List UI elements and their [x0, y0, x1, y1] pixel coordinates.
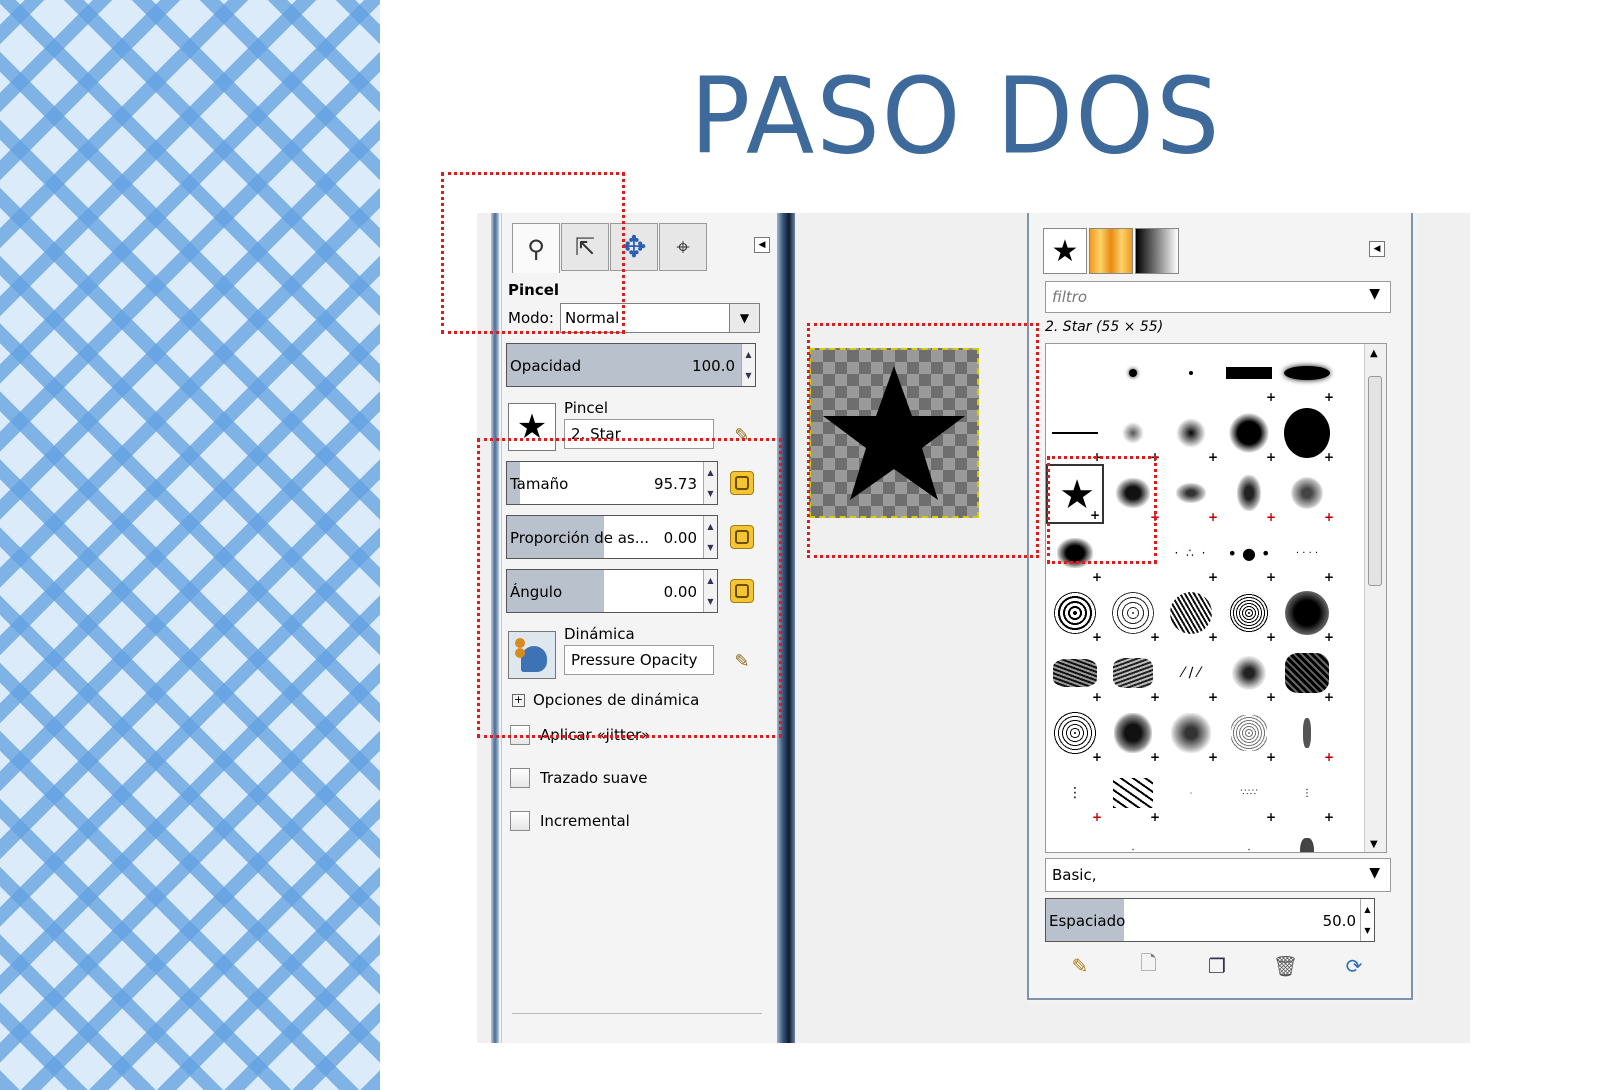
brush-cell[interactable]: ⋮ — [1104, 824, 1162, 853]
gradients-tab[interactable] — [1135, 228, 1179, 274]
brush-cell[interactable]: + — [1278, 344, 1336, 404]
scroll-thumb[interactable] — [1368, 376, 1382, 586]
brush-cell[interactable]: + — [1220, 344, 1278, 404]
brush-cell[interactable]: + — [1104, 644, 1162, 704]
chevron-down-icon[interactable]: ▼ — [1369, 286, 1380, 302]
brush-cell[interactable]: · ∴ · + — [1162, 524, 1220, 584]
brush-cell[interactable]: + — [1046, 644, 1104, 704]
brush-cell[interactable]: + — [1046, 704, 1104, 764]
scroll-down-icon[interactable]: ▼ — [1370, 839, 1378, 850]
new-brush-icon[interactable]: 🗋 — [1136, 951, 1162, 979]
opacity-slider[interactable]: Opacidad 100.0 ▲ ▼ — [506, 343, 756, 387]
brush-cell[interactable]: + — [1046, 404, 1104, 464]
selected-brush-name: 2. Star (55 × 55) — [1045, 319, 1164, 335]
brushes-icon: ★ — [1051, 233, 1079, 269]
brush-cell[interactable]: · — [1162, 764, 1220, 824]
brush-cell[interactable]: + — [1220, 404, 1278, 464]
brush-cell[interactable]: + — [1104, 584, 1162, 644]
brush-cell[interactable]: ‥‥‥ — [1046, 824, 1104, 853]
patterns-tab[interactable] — [1089, 228, 1133, 274]
chevron-down-icon[interactable]: ▼ — [729, 304, 759, 332]
tag-filter-input[interactable]: filtro ▼ — [1045, 281, 1391, 313]
brush-cell[interactable]: ⋮ + — [1046, 764, 1104, 824]
brush-cell[interactable] — [1046, 344, 1104, 404]
opacity-spin-arrows[interactable]: ▲ ▼ — [741, 344, 755, 386]
highlight-brush-settings — [477, 438, 782, 738]
brushes-dock-menu-arrow-icon[interactable]: ◀ — [1369, 241, 1385, 257]
brush-grid: + + + + + + + ★ + + + + + + · ∴ · + • ● • +… — [1045, 343, 1387, 853]
brush-cell[interactable] — [1278, 824, 1336, 852]
brush-cell[interactable] — [1104, 344, 1162, 404]
brush-cell[interactable]: + — [1162, 464, 1220, 524]
brush-cell[interactable]: + — [1278, 584, 1336, 644]
brush-cell[interactable]: + — [1104, 404, 1162, 464]
incremental-option[interactable]: Incremental — [510, 811, 630, 831]
brush-cell[interactable]: + — [1220, 644, 1278, 704]
brush-cell[interactable]: + — [1104, 764, 1162, 824]
highlight-star-brush — [1047, 456, 1157, 564]
delete-brush-icon[interactable]: 🗑 — [1273, 953, 1299, 979]
tag-filter-placeholder: filtro — [1052, 288, 1088, 306]
brush-cell[interactable]: + — [1220, 704, 1278, 764]
brush-cell[interactable]: + — [1220, 464, 1278, 524]
brush-tag-value: Basic, — [1052, 866, 1097, 884]
spacing-slider[interactable]: Espaciado 50.0 ▲ ▼ — [1045, 898, 1375, 942]
edit-brush-icon[interactable]: ✎ — [1067, 953, 1093, 979]
brush-cell[interactable]: + — [1278, 404, 1336, 464]
incremental-label: Incremental — [540, 812, 630, 830]
brush-cell[interactable]: + — [1162, 704, 1220, 764]
brush-cell[interactable]: ⋮ + — [1278, 764, 1336, 825]
opacity-value: 100.0 — [692, 357, 735, 375]
refresh-brushes-icon[interactable]: ⟳ — [1341, 953, 1367, 979]
opacity-label: Opacidad — [510, 357, 582, 375]
brush-cell[interactable]: ⋮ — [1220, 824, 1278, 853]
highlight-tool-options-tab — [441, 172, 625, 334]
brush-cell[interactable]: · · · · + — [1278, 524, 1336, 585]
scroll-up-icon[interactable]: ▲ — [1370, 348, 1378, 359]
brush-cell[interactable]: + — [1046, 584, 1104, 644]
brush-cell[interactable]: + — [1220, 584, 1278, 644]
highlight-brush-preview — [807, 323, 1039, 558]
brushes-dock-tabs: ★ — [1043, 228, 1181, 274]
smooth-stroke-checkbox[interactable] — [510, 768, 530, 788]
move-icon: ✥ — [621, 229, 647, 265]
navigate-icon: ⌖ — [676, 233, 690, 261]
brush-cell[interactable]: + — [1162, 404, 1220, 464]
brush-cell[interactable]: + — [1104, 704, 1162, 764]
navigate-tab[interactable]: ⌖ — [659, 223, 707, 271]
gingham-background — [0, 0, 380, 1090]
smooth-stroke-option[interactable]: Trazado suave — [510, 768, 647, 788]
brush-cell[interactable] — [1162, 344, 1220, 404]
brush-cell[interactable]: + — [1278, 644, 1336, 704]
brushes-tab[interactable]: ★ — [1043, 228, 1087, 274]
brush-actions: ✎ 🗋 ❐ 🗑 ⟳ — [1067, 951, 1367, 979]
brush-cell[interactable]: ········· — [1162, 824, 1220, 853]
chevron-down-icon[interactable]: ▼ — [1369, 865, 1380, 881]
spacing-label: Espaciado — [1049, 912, 1126, 930]
brushes-dock: ★ ◀ filtro ▼ 2. Star (55 × 55) + + + + +… — [1027, 213, 1417, 1003]
brush-grid-scrollbar[interactable]: ▲ ▼ — [1364, 344, 1386, 852]
spacing-spin-arrows[interactable]: ▲ ▼ — [1360, 899, 1374, 941]
brush-cell[interactable]: ⁄ ∕ ⁄ + — [1162, 644, 1220, 704]
duplicate-brush-icon[interactable]: ❐ — [1204, 953, 1230, 979]
spacing-value: 50.0 — [1322, 912, 1356, 930]
brush-cell[interactable]: ∵∴∵ + — [1220, 764, 1278, 824]
incremental-checkbox[interactable] — [510, 811, 530, 831]
brush-cell[interactable]: • ● • + — [1220, 524, 1278, 585]
brush-cell[interactable]: + — [1278, 464, 1336, 524]
brush-tag-combo[interactable]: Basic, ▼ — [1045, 858, 1391, 892]
brush-label: Pincel — [564, 399, 609, 417]
brush-cell[interactable]: + — [1278, 704, 1336, 764]
page-title: PASO DOS — [690, 55, 1222, 178]
brush-cell[interactable]: + — [1162, 584, 1220, 644]
horizontal-scrollbar[interactable] — [512, 1013, 762, 1025]
smooth-stroke-label: Trazado suave — [540, 769, 648, 787]
dock-menu-arrow-icon[interactable]: ◀ — [754, 237, 770, 253]
